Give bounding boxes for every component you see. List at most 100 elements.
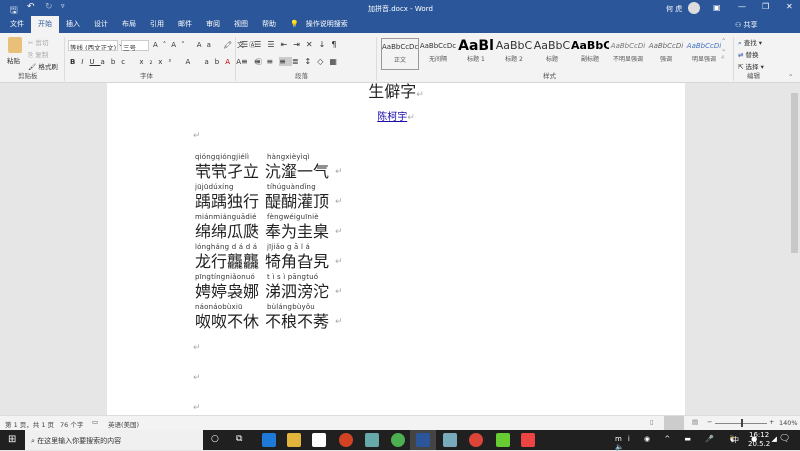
redo-icon[interactable]: ↻ xyxy=(45,2,53,12)
proofing-icon[interactable]: ▭ xyxy=(92,418,98,426)
style-name: 副标题 xyxy=(580,56,599,63)
powerpoint-icon[interactable] xyxy=(339,433,353,447)
tab-design[interactable]: 设计 xyxy=(87,16,115,33)
zoom-in-button[interactable]: + xyxy=(769,418,774,426)
print-layout-icon[interactable] xyxy=(664,416,684,430)
replace-label: 替换 xyxy=(745,51,759,59)
style-8[interactable]: AaBbCcDi 明显强调 xyxy=(685,38,723,70)
style-0[interactable]: AaBbCcDc 正文 xyxy=(381,38,419,70)
zoom-level[interactable]: 140% xyxy=(779,419,798,427)
avatar[interactable] xyxy=(688,2,700,14)
tab-references[interactable]: 引用 xyxy=(143,16,171,33)
minimize-button[interactable]: — xyxy=(738,2,746,11)
close-button[interactable]: ✕ xyxy=(786,2,793,11)
task-view-icon[interactable]: ⧉ xyxy=(236,434,242,444)
store-icon[interactable] xyxy=(312,433,326,447)
style-7[interactable]: AaBbCcDi 强调 xyxy=(647,38,685,70)
edge-icon[interactable] xyxy=(262,433,276,447)
style-name: 明显强调 xyxy=(691,56,716,63)
replace-button[interactable]: ⇄ 替换 xyxy=(738,49,759,59)
style-4[interactable]: AaBbC 标题 xyxy=(533,38,571,70)
cortana-icon[interactable]: ○ xyxy=(211,434,219,444)
taskbar: ⊞ ⌕ 在这里输入你要搜索的内容 ○ ⧉ mi ◉ ^ ▬ 🎤 🐧 ● ◢ 🔈 … xyxy=(0,430,800,451)
paste-icon[interactable] xyxy=(8,37,22,53)
undo-icon[interactable]: ↶ xyxy=(27,2,35,12)
style-6[interactable]: AaBbCcDi 不明显强调 xyxy=(609,38,647,70)
idiom: 涕泗滂沱 xyxy=(265,282,330,301)
camtasia-icon[interactable] xyxy=(496,433,510,447)
app-icon[interactable] xyxy=(443,433,457,447)
chrome-icon[interactable] xyxy=(469,433,483,447)
style-preview: AaBbC xyxy=(533,39,571,52)
pinyin-row: miánmiánguādié fèngwéiguīniè 绵绵瓜瓞 奉为圭臬 ↵ xyxy=(195,213,343,241)
find-button[interactable]: ⌕ 查找 ▾ xyxy=(738,37,762,48)
ribbon-display-icon[interactable]: ▣ xyxy=(713,3,721,12)
zoom-slider-handle[interactable] xyxy=(741,419,743,427)
idiom: 绵绵瓜瓞 xyxy=(195,222,260,241)
zoom-out-button[interactable]: − xyxy=(707,418,712,426)
windows-start-icon[interactable]: ⊞ xyxy=(8,434,16,445)
style-3[interactable]: AaBbC 标题 2 xyxy=(495,38,533,70)
tab-review[interactable]: 审阅 xyxy=(199,16,227,33)
search-placeholder: 在这里输入你要搜索的内容 xyxy=(37,437,122,445)
clock-date[interactable]: 20.5.2 xyxy=(748,440,770,448)
page-count[interactable]: 第 1 页，共 1 页 xyxy=(5,419,54,429)
style-1[interactable]: AaBbCcDc 无间隔 xyxy=(419,38,457,70)
align-buttons[interactable]: ≡≡≡≡≣↕◇▦ xyxy=(241,57,343,66)
idiom: 娉婷袅娜 xyxy=(195,282,260,301)
system-tray-icons[interactable]: mi ◉ ^ ▬ 🎤 🐧 ● ◢ 🔈 xyxy=(615,435,800,451)
copy-label: 复制 xyxy=(35,51,49,59)
divider xyxy=(235,37,236,81)
cut-button[interactable]: ✂ 剪切 xyxy=(28,37,49,47)
font-size-select[interactable]: 三号 xyxy=(121,40,149,52)
document-page[interactable]: 生僻字↵ 陈柯宇↵ ↵ ↵ ↵ ↵ xyxy=(107,83,685,415)
wechat-icon[interactable] xyxy=(391,433,405,447)
font-format-buttons[interactable]: BIUabc x₂x² A abAA ⓐ xyxy=(70,57,268,67)
tab-view[interactable]: 视图 xyxy=(227,16,255,33)
style-2[interactable]: AaBl 标题 1 xyxy=(457,38,495,70)
tab-help[interactable]: 帮助 xyxy=(255,16,283,33)
list-buttons[interactable]: ☰☰☰⇤⇥✕↓¶ xyxy=(241,40,342,49)
font-group-label: 字体 xyxy=(140,72,153,80)
read-mode-icon[interactable]: ▯ xyxy=(650,418,654,426)
ime-indicator[interactable]: 中 xyxy=(732,435,739,445)
share-button[interactable]: ⚇ 共享 xyxy=(735,20,758,30)
tell-me-search[interactable]: 操作说明搜索 xyxy=(306,16,355,33)
customize-qat-icon[interactable]: ▿ xyxy=(61,2,65,10)
language[interactable]: 英语(美国) xyxy=(108,419,139,429)
tab-insert[interactable]: 插入 xyxy=(59,16,87,33)
restore-button[interactable]: ❐ xyxy=(762,2,769,11)
word-count[interactable]: 76 个字 xyxy=(60,419,83,429)
paint-icon[interactable] xyxy=(365,433,379,447)
notifications-icon[interactable]: 🗨 xyxy=(779,434,790,444)
font-name-select[interactable]: 等线 (西文正文) xyxy=(68,40,118,51)
camtasia-recorder-icon[interactable] xyxy=(521,433,535,447)
collapse-ribbon-icon[interactable]: ⌃ xyxy=(788,73,793,81)
tab-layout[interactable]: 布局 xyxy=(115,16,143,33)
style-5[interactable]: AaBbC 副标题 xyxy=(571,38,609,70)
clipboard-group-label: 剪贴板 xyxy=(18,72,38,80)
search-box[interactable]: ⌕ 在这里输入你要搜索的内容 xyxy=(25,430,203,450)
user-name: 何 虎 xyxy=(666,5,683,13)
tab-file[interactable]: 文件 xyxy=(3,16,31,33)
word-taskbar-button[interactable] xyxy=(410,430,436,450)
vertical-scrollbar[interactable] xyxy=(789,83,800,415)
paragraph-mark: ↵ xyxy=(335,167,343,177)
file-explorer-icon[interactable] xyxy=(287,433,301,447)
tab-home[interactable]: 开始 xyxy=(31,16,59,33)
paste-button[interactable]: 粘贴 xyxy=(7,55,20,65)
copy-button[interactable]: ⎘ 复制 xyxy=(28,49,48,60)
author-link[interactable]: 陈柯宇↵ xyxy=(107,108,685,123)
pinyin-row: jūjūdúxíng tíhúguàndǐng 踽踽独行 醍醐灌顶 ↵ xyxy=(195,183,343,211)
paragraph-mark: ↵ xyxy=(193,403,201,413)
web-layout-icon[interactable]: ▤ xyxy=(692,418,698,426)
clock-time[interactable]: 16:12 xyxy=(749,431,769,439)
idiom: 醍醐灌顶 xyxy=(265,192,330,211)
find-label: 查找 xyxy=(743,39,757,47)
pinyin-row: lóngháng d á d á jījiǎo g ā l á 龙行龘龘 犄角旮旯 ↵ xyxy=(195,243,343,271)
tab-mailings[interactable]: 邮件 xyxy=(171,16,199,33)
idiom: 龙行龘龘 xyxy=(195,252,260,271)
paragraph-mark: ↵ xyxy=(335,227,343,237)
paragraph-group-label: 段落 xyxy=(295,72,308,80)
scrollbar-thumb[interactable] xyxy=(791,93,798,253)
